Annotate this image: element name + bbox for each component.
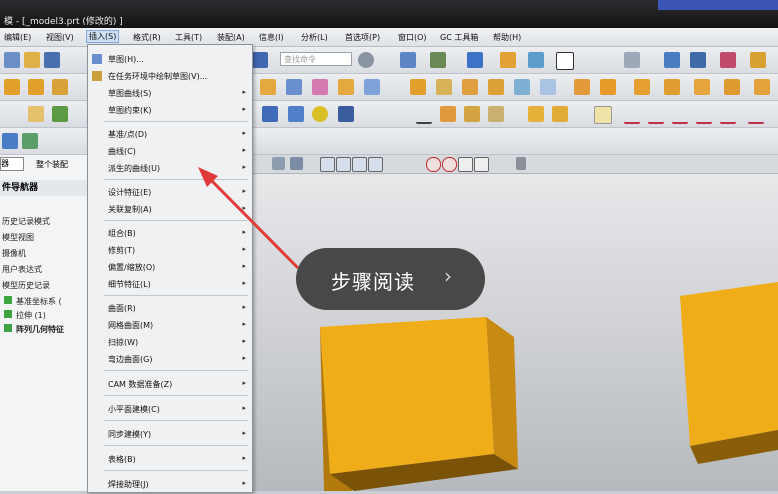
step-reading-button[interactable]: 步骤阅读 › — [296, 248, 485, 310]
annotation-arrow — [198, 167, 300, 270]
annotation-arrow-line — [204, 173, 300, 270]
step-reading-label: 步骤阅读 — [331, 270, 415, 294]
chevron-right-icon: › — [444, 264, 452, 288]
